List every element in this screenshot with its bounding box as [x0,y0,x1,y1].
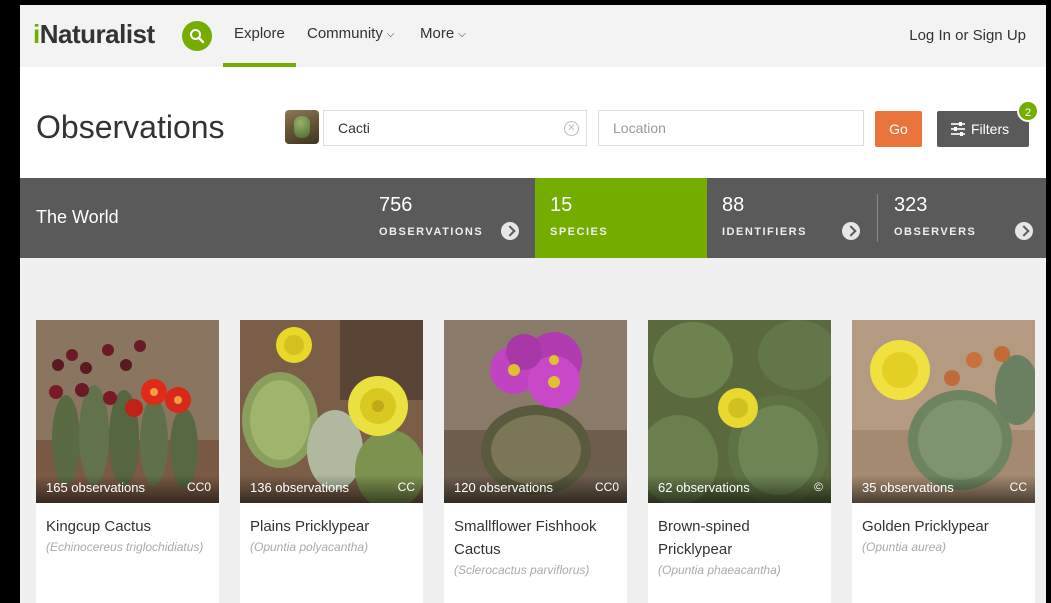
filters-button[interactable]: Filters [937,111,1029,147]
stat-species[interactable]: 15 SPECIES [535,178,707,258]
scientific-name: (Opuntia phaeacantha) [658,563,781,577]
arrow-right-icon [1015,222,1033,240]
species-card-plains-pricklypear[interactable]: 136 observations CC Plains Pricklypear (… [240,320,423,603]
license-label: CC [397,480,415,494]
inaturalist-logo[interactable]: iNaturalist [33,19,155,50]
filters-label: Filters [971,121,1010,137]
stat-label: IDENTIFIERS [722,226,807,238]
stat-observers[interactable]: 323 OBSERVERS [894,178,1044,258]
observations-header: Observations Cacti ✕ Location Go Filters… [20,67,1046,178]
logo-i: i [33,19,40,49]
common-name[interactable]: Brown-spined Pricklypear [658,515,826,561]
top-navigation: iNaturalist Explore Community ⌵ More ⌵ Log… [20,5,1046,67]
stat-number: 756 [379,194,413,216]
license-label: CC0 [594,480,619,494]
sliders-icon [951,122,965,136]
observation-count: 136 observations [250,480,350,495]
license-label: © [814,480,823,494]
location-input[interactable]: Location [598,110,864,146]
common-name[interactable]: Smallflower Fishhook Cactus [454,515,622,561]
go-button[interactable]: Go [875,111,922,147]
observation-count: 35 observations [862,480,954,495]
stat-label: SPECIES [550,226,609,238]
stat-divider [877,194,878,242]
arrow-right-icon [842,222,860,240]
common-name[interactable]: Plains Pricklypear [250,515,418,538]
common-name[interactable]: Golden Pricklypear [862,515,1030,538]
species-card-kingcup-cactus[interactable]: 165 observations CC0 Kingcup Cactus (Ech… [36,320,219,603]
stat-label: OBSERVATIONS [379,226,484,238]
license-label: CC [1009,480,1027,494]
chevron-down-icon: ⌵ [386,29,395,40]
species-card-smallflower-fishhook-cactus[interactable]: 120 observations CC0 Smallflower Fishhoo… [444,320,627,603]
stat-number: 323 [894,194,928,216]
nav-more-label: More [420,25,455,42]
clear-icon[interactable]: ✕ [564,121,579,136]
chevron-down-icon: ⌵ [458,29,466,40]
filters-count-badge: 2 [1017,100,1039,122]
stat-observations[interactable]: 756 OBSERVATIONS [379,178,549,258]
stat-number: 15 [550,194,573,216]
stat-label: OBSERVERS [894,226,977,238]
nav-community-label: Community [307,25,383,42]
scientific-name: (Opuntia aurea) [862,540,947,554]
stat-number: 88 [722,194,745,216]
app-frame: iNaturalist Explore Community ⌵ More ⌵ Log… [20,5,1046,603]
logo-text: Naturalist [39,19,155,49]
species-card-brown-spined-pricklypear[interactable]: 62 observations © Brown-spined Pricklype… [648,320,831,603]
observation-count: 62 observations [658,480,750,495]
taxon-thumbnail [285,110,319,144]
stat-identifiers[interactable]: 88 IDENTIFIERS [722,178,882,258]
license-label: CC0 [186,480,211,494]
scientific-name: (Sclerocactus parviflorus) [454,563,590,577]
login-signup-link[interactable]: Log In or Sign Up [909,27,1026,44]
arrow-right-icon [501,222,519,240]
nav-explore[interactable]: Explore [234,25,285,42]
place-name[interactable]: The World [36,207,119,228]
observation-count: 120 observations [454,480,554,495]
search-icon[interactable] [182,21,212,51]
nav-community[interactable]: Community ⌵ [307,25,394,42]
taxon-search-input[interactable]: Cacti [323,110,587,146]
observation-count: 165 observations [46,480,146,495]
stats-bar: The World 756 OBSERVATIONS 15 SPECIES 88… [20,178,1046,258]
scientific-name: (Opuntia polyacantha) [250,540,369,554]
page-title: Observations [36,109,225,145]
scientific-name: (Echinocereus triglochidiatus) [46,540,204,554]
species-card-golden-pricklypear[interactable]: 35 observations CC Golden Pricklypear (O… [852,320,1035,603]
nav-more[interactable]: More ⌵ [420,25,466,42]
common-name[interactable]: Kingcup Cactus [46,515,214,538]
species-grid: 165 observations CC0 Kingcup Cactus (Ech… [20,258,1046,603]
